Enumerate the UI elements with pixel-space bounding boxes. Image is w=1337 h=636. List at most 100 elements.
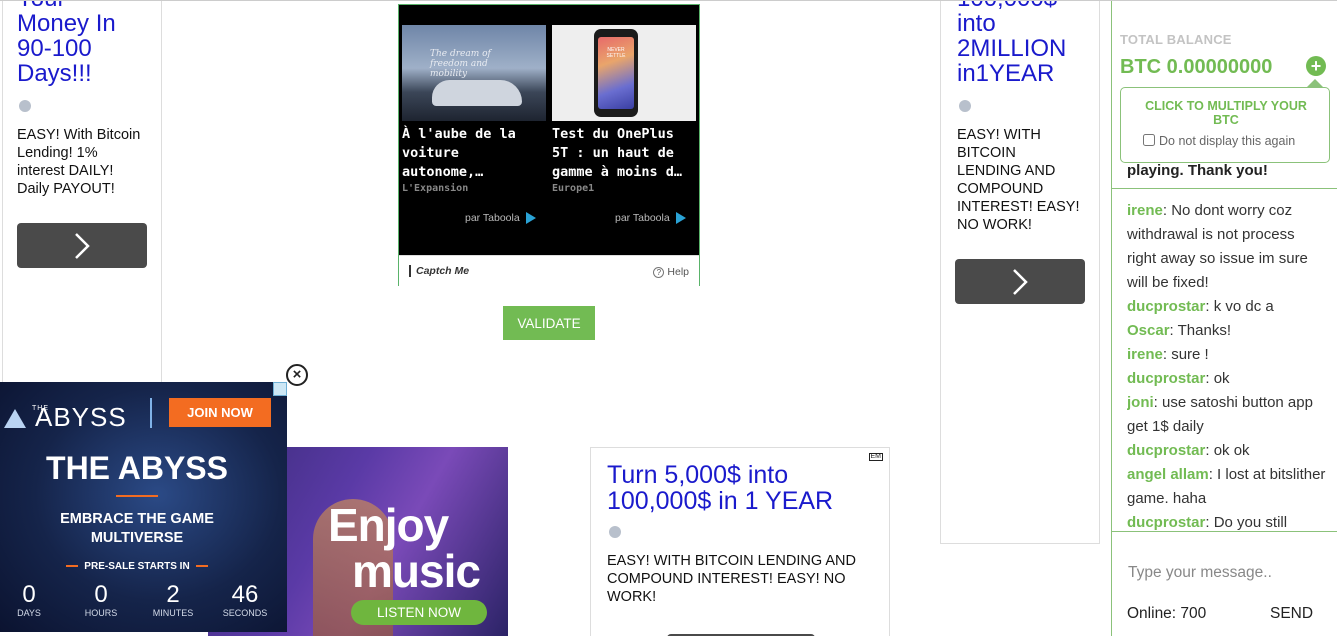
ad-bottom-text: EASY! WITH BITCOIN LENDING AND COMPOUND … <box>607 553 856 605</box>
ad-right-text: EASY! WITH BITCOIN LENDING AND COMPOUND … <box>957 127 1080 233</box>
ad-right-title-line[interactable]: 2MILLION <box>957 36 1083 61</box>
captcha-item1-title[interactable]: À l'aube de la voiture autonome,… <box>402 125 546 183</box>
phone-screen: NEVER SETTLE <box>598 37 634 109</box>
validate-button[interactable]: VALIDATE <box>503 306 595 340</box>
chat-message: ducprostar: ok ok <box>1127 442 1250 459</box>
countdown-value: 46 <box>231 581 259 608</box>
chat-message: irene: sure ! <box>1127 346 1209 363</box>
chat-username[interactable]: irene <box>1127 202 1163 219</box>
chat-message: ducprostar: ok <box>1127 370 1230 387</box>
taboola-attribution-1[interactable]: par Taboola <box>465 212 536 225</box>
car-shape <box>432 80 522 106</box>
checkbox-label: Do not display this again <box>1159 134 1296 148</box>
checkbox-input[interactable] <box>1143 134 1155 146</box>
countdown-days: 0 DAYS <box>4 581 54 619</box>
chat-username[interactable]: ducprostar <box>1127 514 1205 531</box>
globe-icon <box>19 100 31 112</box>
chat-message: ducprostar: k vo dc a <box>1127 298 1274 315</box>
countdown-value: 0 <box>22 581 36 608</box>
text-ad-right[interactable]: 100,000$ into 2MILLION in1YEAR EASY! WIT… <box>940 1 1100 544</box>
music-ad-line2: music <box>352 545 481 597</box>
chat-username[interactable]: Oscar <box>1127 322 1170 339</box>
phone-shape: NEVER SETTLE <box>594 29 638 117</box>
do-not-display-checkbox[interactable]: Do not display this again <box>1143 134 1295 148</box>
adchoices-icon[interactable] <box>273 382 287 396</box>
ad-left-title[interactable]: Your Money In 90-100 Days!!! <box>17 1 147 86</box>
captcha-image-phone[interactable]: NEVER SETTLE <box>552 25 696 121</box>
balance-label: TOTAL BALANCE <box>1120 32 1232 47</box>
add-balance-button[interactable]: + <box>1306 56 1326 76</box>
countdown-label: DAYS <box>17 608 41 618</box>
chat-text: use satoshi button app get 1$ daily <box>1127 394 1313 435</box>
ad-right-title-line[interactable]: into <box>957 11 1083 36</box>
multiply-popup-title[interactable]: CLICK TO MULTIPLY YOUR BTC <box>1121 99 1331 127</box>
captcha-image-car[interactable]: The dream of freedom and mobility <box>402 25 546 121</box>
countdown-hours: 0 HOURS <box>76 582 126 619</box>
adchoices-icon[interactable]: EM <box>868 453 883 461</box>
ad-right-title-line[interactable]: in1YEAR <box>957 61 1083 86</box>
taboola-attribution-text: par Taboola <box>465 212 520 224</box>
abyss-ad[interactable]: THEABYSS JOIN NOW THE ABYSS EMBRACE THE … <box>0 382 287 632</box>
globe-icon <box>609 526 621 538</box>
captcha-help-link[interactable]: ? Help <box>653 266 689 278</box>
multiply-popup[interactable]: CLICK TO MULTIPLY YOUR BTC Do not displa… <box>1120 79 1331 163</box>
help-label: Help <box>667 266 689 278</box>
chat-message-input[interactable] <box>1120 558 1330 588</box>
abyss-presale: PRE-SALE STARTS IN <box>0 561 274 572</box>
page: Your Money In 90-100 Days!!! EASY! With … <box>0 0 1337 636</box>
chat-log: irene: No dont worry coz withdrawal is n… <box>1127 199 1327 531</box>
captcha-widget: The dream of freedom and mobility NEVER … <box>398 4 700 286</box>
chat-username[interactable]: ducprostar <box>1127 442 1205 459</box>
chat-text: Thanks! <box>1177 322 1231 339</box>
chat-username[interactable]: angel allam <box>1127 466 1209 483</box>
ad-left-arrow-button[interactable] <box>17 223 147 268</box>
ad-left-text: EASY! With Bitcoin Lending! 1% interest … <box>17 127 141 197</box>
listen-now-button[interactable]: LISTEN NOW <box>351 600 487 625</box>
captcha-item2-title[interactable]: Test du OnePlus 5T : un haut de gamme à … <box>552 125 696 183</box>
chat-text: k vo dc a <box>1213 298 1274 315</box>
abyss-subline: EMBRACE THE GAME MULTIVERSE <box>60 511 214 546</box>
ad-bottom-title[interactable]: Turn 5,000$ into 100,000$ in 1 YEAR <box>607 462 873 514</box>
chat-username[interactable]: ducprostar <box>1127 298 1205 315</box>
ad-left-title-line[interactable]: Money In <box>17 11 147 36</box>
chat-text: sure ! <box>1171 346 1209 363</box>
text-ad-left[interactable]: Your Money In 90-100 Days!!! EASY! With … <box>2 1 162 397</box>
countdown-seconds: 46 SECONDS <box>220 581 270 619</box>
captcha-brand[interactable]: Captch Me <box>409 265 469 277</box>
ad-left-title-line[interactable]: Days!!! <box>17 61 147 86</box>
plus-icon: + <box>1310 55 1322 76</box>
join-now-button[interactable]: JOIN NOW <box>169 398 271 427</box>
countdown-label: MINUTES <box>152 608 194 618</box>
countdown-label: HOURS <box>84 608 118 618</box>
countdown-minutes: 2 MINUTES <box>148 581 198 619</box>
globe-icon <box>959 100 971 112</box>
chat-text: ok ok <box>1213 442 1250 459</box>
chat-text: Do you still <box>1213 514 1288 531</box>
balance-value: BTC 0.00000000 <box>1120 56 1273 78</box>
text-ad-bottom[interactable]: EM Turn 5,000$ into 100,000$ in 1 YEAR E… <box>590 447 890 636</box>
dash <box>195 565 208 568</box>
ad-right-arrow-button[interactable] <box>955 259 1085 304</box>
chat-username[interactable]: irene <box>1127 346 1163 363</box>
send-button[interactable]: SEND <box>1270 605 1313 623</box>
abyss-headline: THE ABYSS <box>46 450 228 486</box>
chat-username[interactable]: joni <box>1127 394 1154 411</box>
close-ad-icon[interactable]: × <box>286 364 308 386</box>
taboola-attribution-2[interactable]: par Taboola <box>615 212 686 225</box>
abyss-divider <box>150 398 152 428</box>
abyss-logo: THEABYSS <box>4 402 127 433</box>
online-count: Online: 700 <box>1127 605 1207 622</box>
captcha-footer: Captch Me ? Help <box>399 255 699 286</box>
chat-username[interactable]: ducprostar <box>1127 370 1205 387</box>
chat-message: angel allam: I lost at bitslither game. … <box>1127 466 1326 507</box>
chat-message: ducprostar: Do you still <box>1127 514 1288 531</box>
ad-left-title-line[interactable]: 90-100 <box>17 36 147 61</box>
captcha-item2-source: Europe1 <box>552 183 595 194</box>
countdown-value: 2 <box>166 581 180 608</box>
ad-right-title[interactable]: 100,000$ into 2MILLION in1YEAR <box>957 1 1083 86</box>
chat-text: ok <box>1213 370 1230 387</box>
chat-partial-message: playing. Thank you! <box>1127 162 1268 179</box>
music-ad-line1: Enjoy <box>328 499 449 551</box>
taboola-play-icon <box>525 212 536 225</box>
dash <box>66 565 79 568</box>
